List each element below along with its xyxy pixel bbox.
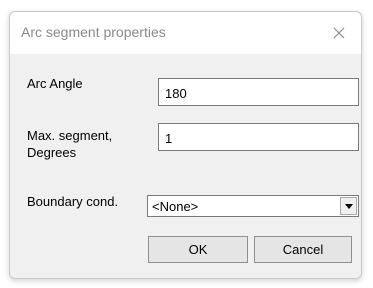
cancel-button[interactable]: Cancel <box>254 236 352 263</box>
arc-segment-properties-dialog: Arc segment properties Arc Angle 180 Max… <box>9 11 362 279</box>
arc-angle-input[interactable]: 180 <box>158 78 359 106</box>
boundary-condition-select[interactable]: <None> <box>147 195 359 217</box>
ok-button[interactable]: OK <box>148 236 248 263</box>
dropdown-button[interactable] <box>340 197 357 215</box>
max-segment-label-line1: Max. segment, <box>27 128 113 143</box>
max-segment-input[interactable]: 1 <box>158 123 359 151</box>
boundary-condition-label: Boundary cond. <box>27 194 119 209</box>
chevron-down-icon <box>344 203 353 209</box>
boundary-condition-value: <None> <box>152 199 199 214</box>
arc-angle-label: Arc Angle <box>27 76 83 91</box>
close-icon <box>333 27 345 39</box>
dialog-title: Arc segment properties <box>21 24 166 40</box>
close-button[interactable] <box>317 12 361 54</box>
max-segment-label-line2: Degrees <box>27 145 77 160</box>
title-bar: Arc segment properties <box>10 12 361 54</box>
